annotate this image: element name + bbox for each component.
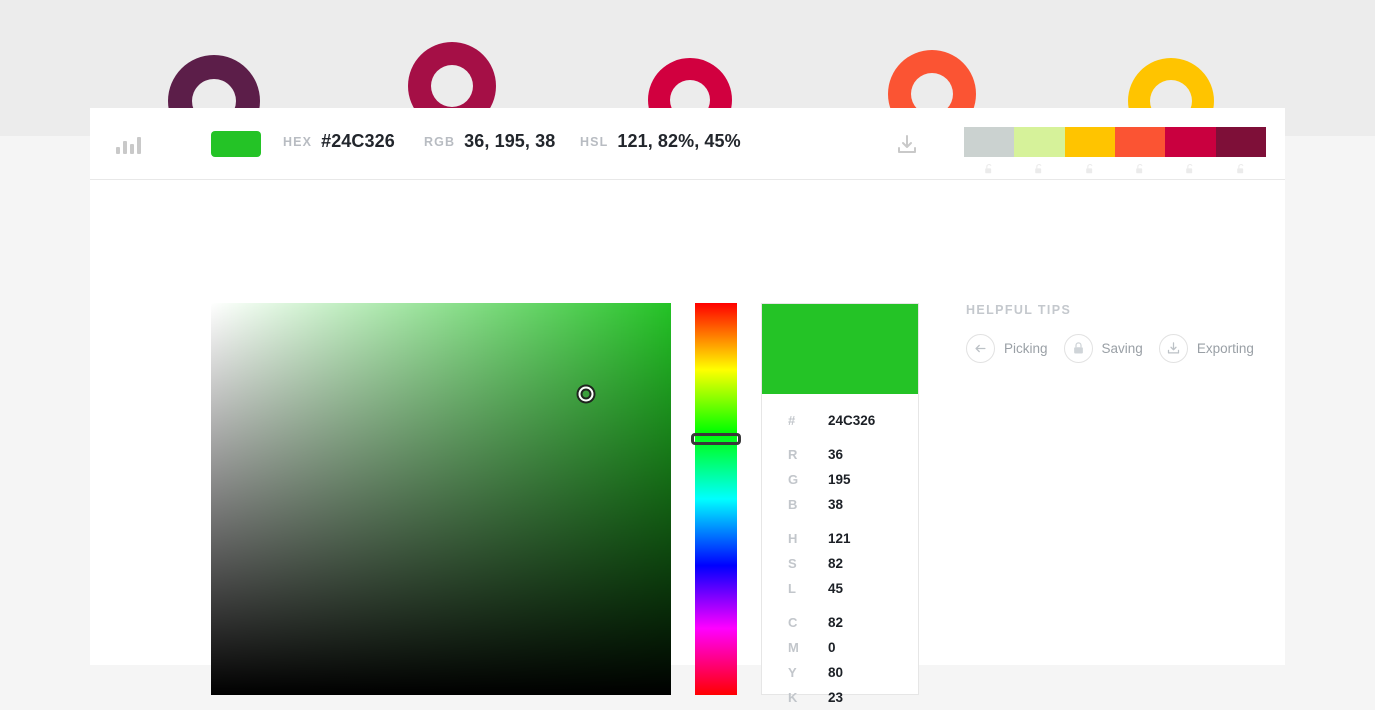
helpful-tips-list: Picking Saving Exporting <box>966 334 1266 363</box>
color-value-number: 45 <box>828 581 844 596</box>
color-value-row[interactable]: R 36 <box>762 442 918 467</box>
color-value-number: 23 <box>828 690 844 705</box>
color-value-row[interactable]: Y 80 <box>762 660 918 685</box>
swatch-4[interactable] <box>1114 127 1166 157</box>
color-value-number: 195 <box>828 472 851 487</box>
color-value-row[interactable]: C 82 <box>762 610 918 635</box>
color-value-number: 38 <box>828 497 844 512</box>
swatch-3[interactable] <box>1064 127 1115 157</box>
color-value-number: 80 <box>828 665 844 680</box>
rgb-value: 36, 195, 38 <box>464 131 556 151</box>
color-value-number: 82 <box>828 556 844 571</box>
tip-exporting[interactable]: Exporting <box>1158 334 1254 363</box>
swatch-2[interactable] <box>1014 127 1065 157</box>
color-value-row[interactable]: B 38 <box>762 492 918 517</box>
tip-picking[interactable]: Picking <box>966 334 1048 363</box>
hex-label: HEX <box>283 134 313 149</box>
color-value-row[interactable]: H 121 <box>762 526 918 551</box>
saturation-value-picker[interactable] <box>211 303 671 695</box>
color-value-number: 24C326 <box>828 413 876 428</box>
unlock-icon[interactable] <box>1184 163 1197 176</box>
color-value-key: G <box>788 472 799 487</box>
color-value-key: B <box>788 497 798 512</box>
color-value-key: C <box>788 615 798 630</box>
unlock-icon[interactable] <box>1083 163 1096 176</box>
unlock-icon[interactable] <box>1234 163 1247 176</box>
hue-slider-handle[interactable] <box>691 433 741 446</box>
color-value-key: R <box>788 447 798 462</box>
panel-body: #24C326 R 36 G 195 B 38 H 121 S 82 L 45 C 82 M 0 Y 80 K 23 H… <box>90 180 1285 705</box>
hex-readout[interactable]: HEX #24C326 <box>283 131 395 152</box>
download-icon[interactable] <box>1158 334 1188 363</box>
color-value-key: M <box>788 640 799 655</box>
donut-crimson-hole <box>431 65 473 107</box>
color-value-row[interactable]: M0 <box>762 635 918 660</box>
picker-cursor[interactable] <box>578 386 594 402</box>
helpful-tips-title: HELPFUL TIPS <box>966 303 1072 317</box>
color-values-list: #24C326 R 36 G 195 B 38 H 121 S 82 L 45 C 82 M 0 Y 80 K 23 <box>762 394 918 710</box>
color-value-row[interactable]: L 45 <box>762 576 918 601</box>
tip-label: Picking <box>1004 341 1048 356</box>
hex-value: #24C326 <box>321 131 395 151</box>
swatch-1[interactable] <box>964 127 1015 157</box>
color-value-row[interactable]: S 82 <box>762 551 918 576</box>
color-value-number: 82 <box>828 615 844 630</box>
color-value-key: S <box>788 556 797 571</box>
unlock-icon[interactable] <box>1134 163 1147 176</box>
color-value-key: L <box>788 581 796 596</box>
color-value-number: 36 <box>828 447 844 462</box>
color-picker-panel: HEX #24C326 RGB 36, 195, 38 HSL 121, 82%… <box>90 108 1285 705</box>
color-value-number: 0 <box>828 640 836 655</box>
color-value-number: 121 <box>828 531 851 546</box>
tip-label: Exporting <box>1196 341 1254 356</box>
rgb-readout[interactable]: RGB 36, 195, 38 <box>424 131 555 152</box>
color-value-row[interactable]: #24C326 <box>762 408 918 433</box>
hue-slider[interactable] <box>691 303 741 695</box>
hsl-value: 121, 82%, 45% <box>617 131 741 151</box>
value-group-divider <box>762 517 918 526</box>
color-value-row[interactable]: K 23 <box>762 685 918 710</box>
color-value-key: # <box>788 413 796 428</box>
arrow-left-icon[interactable] <box>966 334 995 363</box>
color-detail-card: #24C326 R 36 G 195 B 38 H 121 S 82 L 45 C 82 M 0 Y 80 K 23 <box>761 303 919 705</box>
download-icon[interactable] <box>895 133 919 157</box>
rgb-label: RGB <box>424 134 456 149</box>
unlock-icon[interactable] <box>983 163 996 176</box>
color-value-row[interactable]: G 195 <box>762 467 918 492</box>
lock-icon[interactable] <box>1063 334 1093 363</box>
value-group-divider <box>762 601 918 610</box>
color-value-key: Y <box>788 665 797 680</box>
current-color-swatch[interactable] <box>211 131 261 157</box>
hsl-readout[interactable]: HSL 121, 82%, 45% <box>580 131 741 152</box>
color-preview <box>762 304 918 394</box>
tip-saving[interactable]: Saving <box>1063 334 1143 363</box>
color-value-key: H <box>788 531 798 546</box>
helpful-tips-section: HELPFUL TIPS Picking Saving Exporting <box>966 303 1266 363</box>
hsl-label: HSL <box>580 134 609 149</box>
unlock-icon[interactable] <box>1033 163 1046 176</box>
tip-label: Saving <box>1101 341 1143 356</box>
color-value-key: K <box>788 690 798 705</box>
swatch-5[interactable] <box>1165 127 1216 157</box>
swatch-6[interactable] <box>1215 127 1266 157</box>
value-group-divider <box>762 433 918 442</box>
saved-palette <box>964 127 1266 177</box>
bar-chart-icon[interactable] <box>116 134 142 154</box>
panel-header: HEX #24C326 RGB 36, 195, 38 HSL 121, 82%… <box>90 108 1285 180</box>
